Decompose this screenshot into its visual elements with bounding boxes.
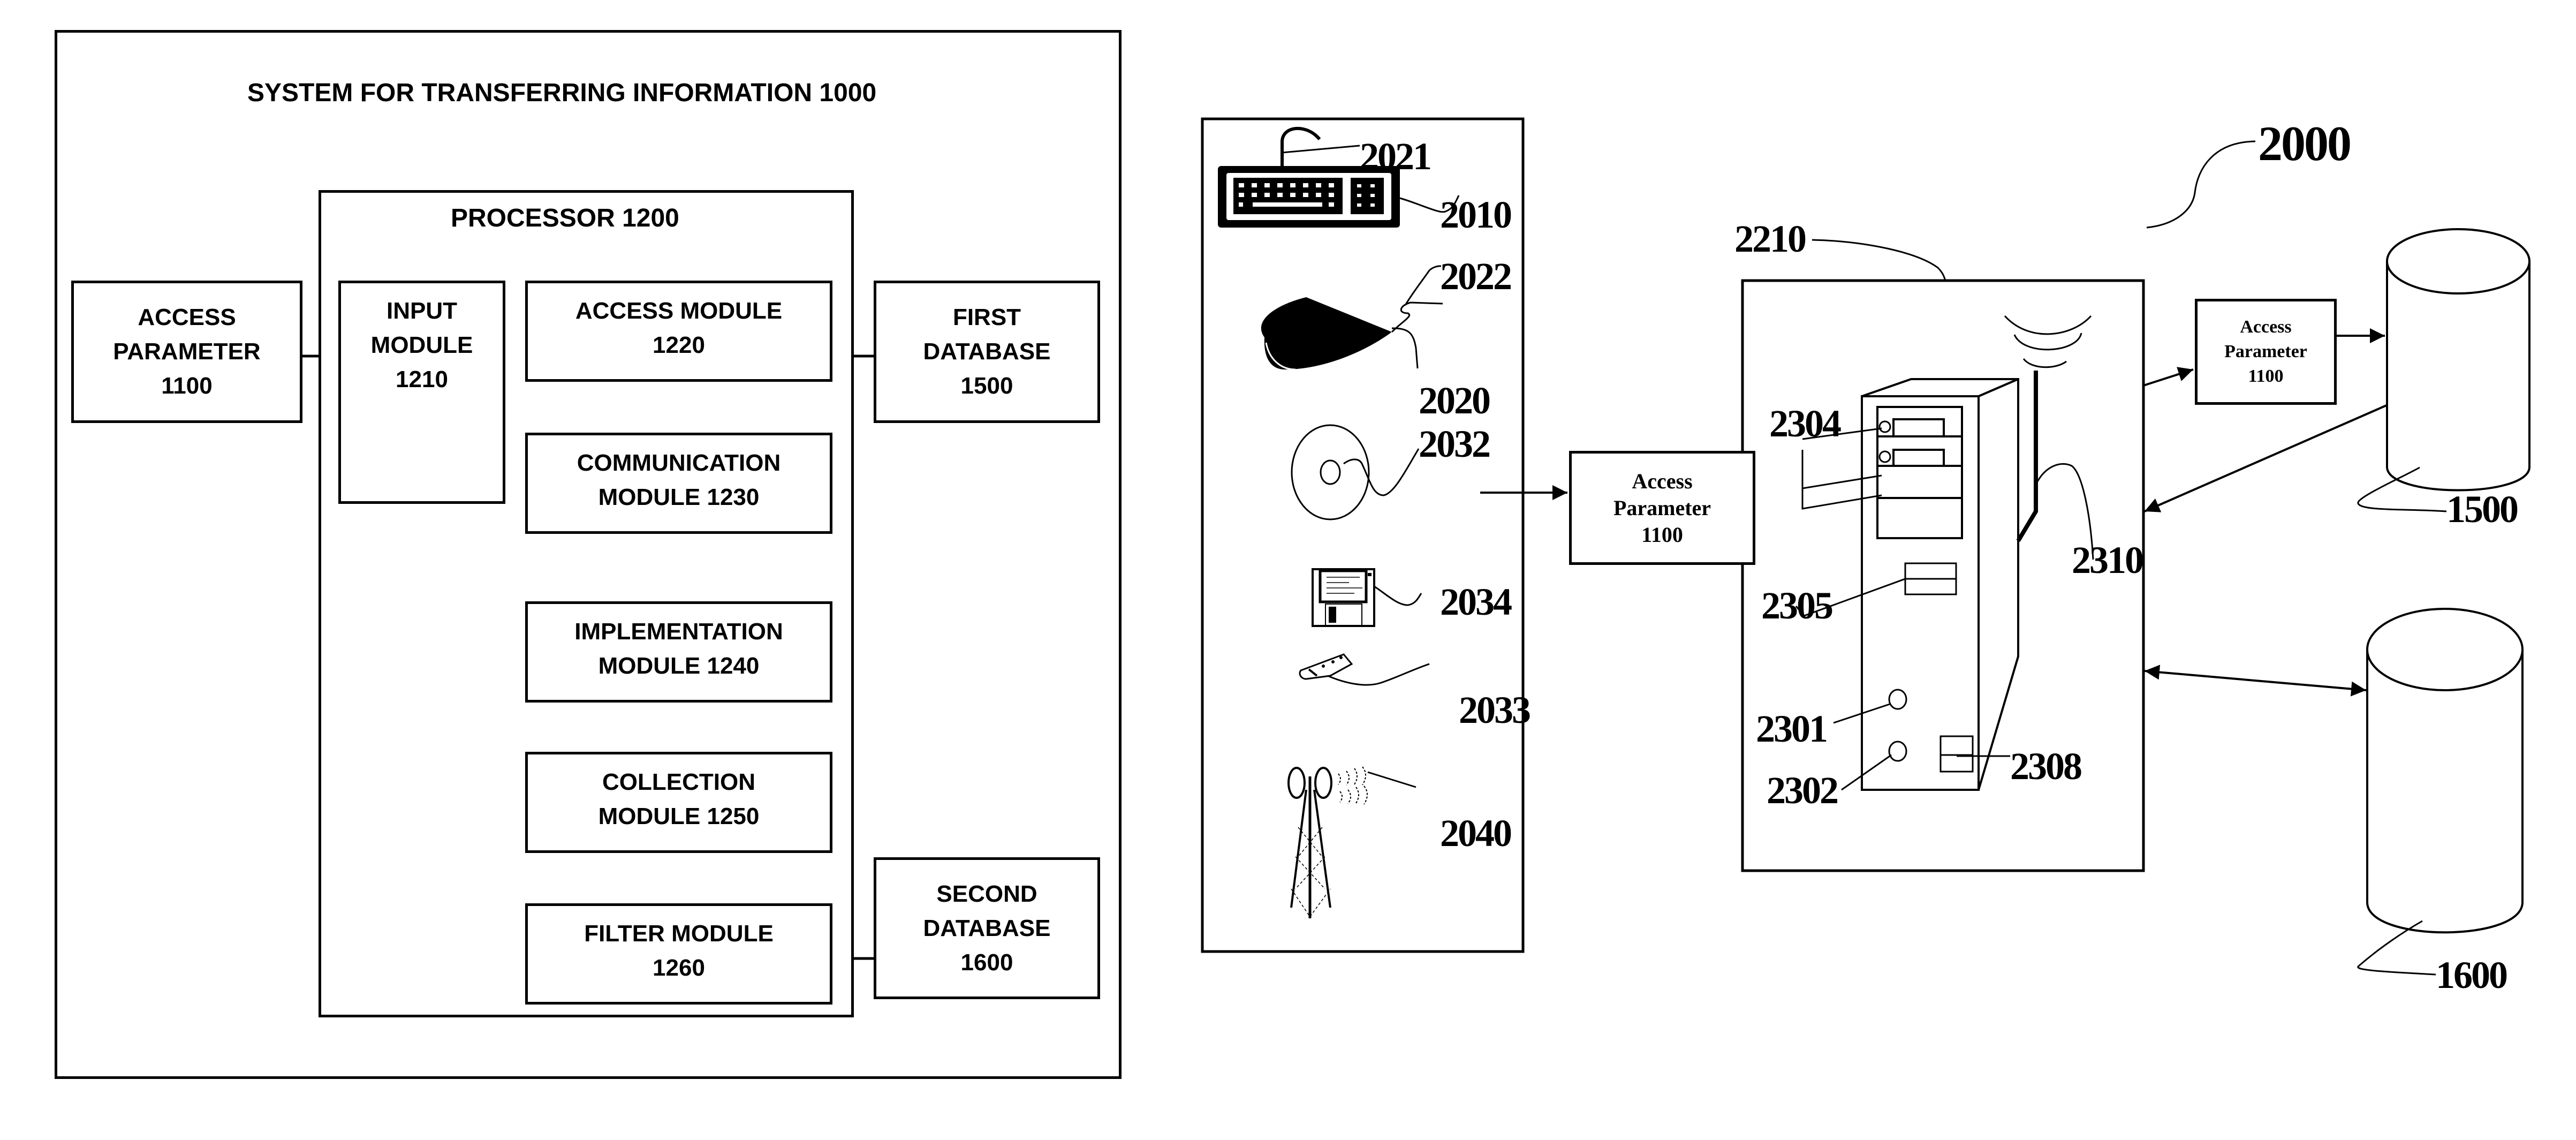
label-2310: 2310 bbox=[2072, 539, 2144, 582]
label-2010: 2010 bbox=[1440, 193, 1512, 236]
antenna-icon bbox=[2004, 315, 2092, 542]
second-database-block: SECOND DATABASE 1600 bbox=[874, 857, 1100, 999]
database-1500-icon bbox=[2386, 228, 2530, 492]
module-line: COLLECTION bbox=[602, 769, 755, 795]
arrow-computer-db1600 bbox=[2144, 665, 2367, 697]
first-database-line: DATABASE bbox=[923, 338, 1051, 365]
communication-module-block: COMMUNICATION MODULE 1230 bbox=[525, 433, 832, 534]
module-line: MODULE 1230 bbox=[598, 484, 760, 510]
label-2308: 2308 bbox=[2010, 745, 2082, 788]
processor-title: PROCESSOR 1200 bbox=[451, 204, 679, 232]
label-2301: 2301 bbox=[1756, 707, 1828, 750]
input-module-line: INPUT bbox=[387, 298, 457, 324]
arrow-db1500-to-computer bbox=[2144, 404, 2387, 512]
access-parameter-line: ACCESS bbox=[138, 304, 236, 330]
system-title: SYSTEM FOR TRANSFERRING INFORMATION 1000 bbox=[247, 79, 877, 107]
label-2040: 2040 bbox=[1440, 812, 1512, 855]
label-2021: 2021 bbox=[1360, 135, 1432, 178]
second-database-line: SECOND bbox=[936, 880, 1037, 907]
module-line: MODULE 1250 bbox=[598, 803, 760, 829]
filter-module-block: FILTER MODULE 1260 bbox=[525, 903, 832, 1005]
label-2000: 2000 bbox=[2258, 116, 2352, 171]
leader-2302 bbox=[1841, 754, 1892, 791]
leader-1600 bbox=[2357, 920, 2436, 976]
usb-drive-icon bbox=[1299, 653, 1353, 680]
second-database-line: 1600 bbox=[960, 949, 1013, 976]
access-parameter-block: ACCESS PARAMETER 1100 bbox=[71, 281, 302, 423]
label-2302: 2302 bbox=[1767, 769, 1839, 812]
leader-2022 bbox=[1391, 301, 1443, 333]
leader-2033 bbox=[1327, 663, 1430, 686]
access-parameter-right-box: Access Parameter 1100 bbox=[2195, 299, 2337, 405]
label-2305: 2305 bbox=[1761, 584, 1833, 627]
implementation-module-block: IMPLEMENTATION MODULE 1240 bbox=[525, 601, 832, 703]
module-line: MODULE 1240 bbox=[598, 653, 760, 679]
first-database-line: FIRST bbox=[952, 304, 1021, 330]
module-line: 1260 bbox=[653, 955, 705, 981]
access-parameter-right-line: Access bbox=[2240, 317, 2292, 337]
leader-2210 bbox=[1812, 239, 1946, 281]
module-line: COMMUNICATION bbox=[577, 450, 781, 476]
leader-2020 bbox=[1391, 327, 1419, 369]
module-line: 1220 bbox=[653, 332, 705, 358]
label-2304: 2304 bbox=[1769, 402, 1842, 445]
input-module-line: MODULE bbox=[370, 332, 473, 358]
label-2033: 2033 bbox=[1459, 689, 1531, 731]
label-2020: 2020 bbox=[1419, 379, 1491, 422]
leader-2000 bbox=[2146, 140, 2256, 229]
label-1500: 1500 bbox=[2446, 488, 2519, 531]
module-line: FILTER MODULE bbox=[584, 920, 774, 947]
label-2022: 2022 bbox=[1440, 255, 1512, 298]
access-parameter-mid-line: 1100 bbox=[1641, 522, 1683, 547]
leader-2301 bbox=[1833, 703, 1890, 724]
input-module-line: 1210 bbox=[396, 366, 448, 392]
label-2032: 2032 bbox=[1419, 422, 1491, 465]
arrow-computer-to-access bbox=[2143, 367, 2194, 387]
access-parameter-right-line: 1100 bbox=[2248, 366, 2284, 386]
input-module-block: INPUT MODULE 1210 bbox=[338, 281, 505, 504]
module-line: IMPLEMENTATION bbox=[574, 618, 783, 645]
label-2034: 2034 bbox=[1440, 580, 1512, 623]
mouse-icon bbox=[1261, 292, 1393, 371]
database-1600-icon bbox=[2366, 608, 2524, 934]
floppy-disk-icon bbox=[1312, 568, 1375, 627]
access-parameter-mid-line: Parameter bbox=[1613, 495, 1711, 520]
access-parameter-mid-line: Access bbox=[1632, 469, 1693, 493]
leader-2040 bbox=[1367, 771, 1416, 788]
collection-module-block: COLLECTION MODULE 1250 bbox=[525, 752, 832, 853]
leader-2022-b bbox=[1404, 265, 1442, 306]
module-line: ACCESS MODULE bbox=[575, 298, 783, 324]
access-parameter-line: 1100 bbox=[161, 373, 213, 399]
optical-disc-icon bbox=[1291, 424, 1370, 520]
first-database-line: 1500 bbox=[960, 373, 1013, 399]
leader-1500 bbox=[2357, 466, 2447, 512]
label-1600: 1600 bbox=[2436, 954, 2508, 996]
leader-2034 bbox=[1374, 585, 1422, 606]
first-database-block: FIRST DATABASE 1500 bbox=[874, 281, 1100, 423]
access-parameter-mid-box: Access Parameter 1100 bbox=[1569, 451, 1755, 565]
leader-2021 bbox=[1282, 145, 1360, 154]
second-database-line: DATABASE bbox=[923, 915, 1051, 941]
label-2210: 2210 bbox=[1734, 217, 1807, 260]
access-parameter-line: PARAMETER bbox=[113, 338, 261, 365]
wireless-tower-icon bbox=[1287, 766, 1368, 918]
access-parameter-right-line: Parameter bbox=[2224, 342, 2307, 361]
leader-2032 bbox=[1343, 448, 1420, 496]
tower-pc-icon bbox=[1861, 378, 2019, 791]
access-module-block: ACCESS MODULE 1220 bbox=[525, 281, 832, 382]
